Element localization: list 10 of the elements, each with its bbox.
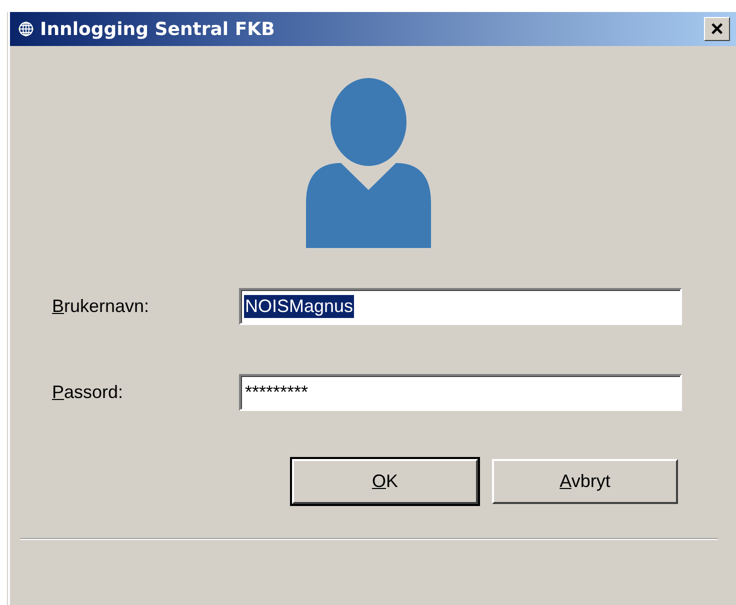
window-title: Innlogging Sentral FKB	[40, 18, 276, 40]
field-label: Passord:	[52, 382, 124, 403]
field-label: Brukernavn:	[52, 296, 150, 317]
ok-button[interactable]: OK	[292, 459, 478, 504]
input-field[interactable]: NOISMagnus	[239, 288, 682, 325]
cancel-button[interactable]: Avbryt	[492, 459, 678, 504]
close-button[interactable]: ×	[704, 17, 730, 41]
globe-icon	[16, 19, 36, 39]
input-field[interactable]: *********	[239, 374, 682, 411]
user-avatar-icon	[306, 78, 430, 248]
